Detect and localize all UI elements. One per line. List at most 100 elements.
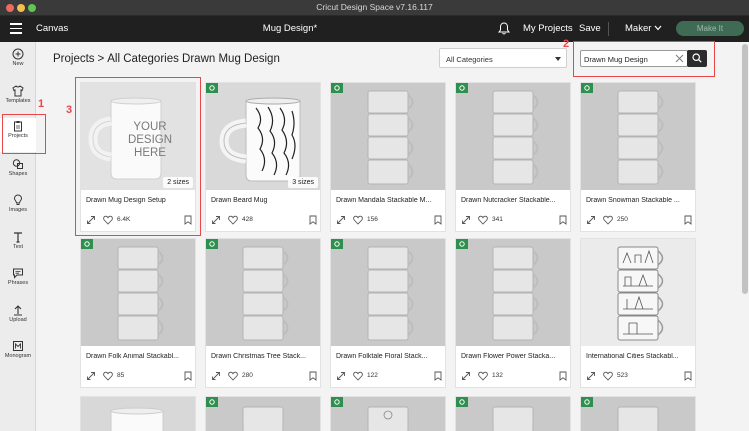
bell-icon[interactable] — [498, 22, 510, 35]
sidebar-label: Images — [8, 207, 28, 213]
annotation-number-1: 1 — [38, 98, 45, 110]
link-icon[interactable] — [211, 371, 221, 381]
bookmark-icon[interactable] — [684, 371, 692, 381]
like-count: 280 — [242, 372, 253, 379]
card-title: Drawn Mandala Stackable M... — [336, 197, 432, 204]
like-count: 122 — [367, 372, 378, 379]
link-icon[interactable] — [211, 215, 221, 225]
c-logo-icon — [459, 399, 465, 405]
stacked-mugs-image — [242, 246, 289, 341]
card-meta: 523 — [586, 370, 692, 382]
heart-icon[interactable] — [228, 215, 238, 225]
chevron-down-icon[interactable] — [654, 25, 662, 31]
cricut-access-badge — [581, 397, 593, 407]
stacked-mugs-image — [617, 246, 664, 341]
card-meta: 341 — [461, 214, 567, 226]
bookmark-icon[interactable] — [184, 215, 192, 225]
like-count: 250 — [617, 216, 628, 223]
bookmark-icon[interactable] — [309, 215, 317, 225]
sidebar-item-images[interactable]: Images — [0, 192, 36, 226]
like-count: 6.4K — [117, 216, 131, 223]
like-count: 132 — [492, 372, 503, 379]
sidebar-item-monogram[interactable]: Monogram — [0, 338, 36, 372]
sidebar-item-text[interactable]: Text — [0, 229, 36, 263]
cricut-access-badge — [81, 239, 93, 249]
sidebar-item-templates[interactable]: Templates — [0, 83, 36, 117]
link-icon[interactable] — [586, 215, 596, 225]
link-icon[interactable] — [86, 371, 96, 381]
bookmark-icon[interactable] — [559, 215, 567, 225]
link-icon[interactable] — [461, 215, 471, 225]
c-logo-icon — [334, 241, 340, 247]
heart-icon[interactable] — [603, 215, 613, 225]
bookmark-icon[interactable] — [434, 215, 442, 225]
project-card[interactable] — [80, 396, 196, 431]
card-thumbnail — [581, 239, 695, 346]
link-icon[interactable] — [336, 371, 346, 381]
project-card[interactable] — [205, 396, 321, 431]
heart-icon[interactable] — [353, 215, 363, 225]
project-card[interactable]: Drawn Christmas Tree Stack... 280 — [205, 238, 321, 388]
card-title: Drawn Folktale Floral Stack... — [336, 353, 428, 360]
bookmark-icon[interactable] — [684, 215, 692, 225]
project-card[interactable]: Drawn Flower Power Stacka... 132 — [455, 238, 571, 388]
document-title: Mug Design* — [262, 23, 318, 34]
bookmark-icon[interactable] — [434, 371, 442, 381]
shapes-icon — [12, 159, 23, 169]
my-projects-button[interactable]: My Projects — [523, 23, 573, 34]
bookmark-icon[interactable] — [184, 371, 192, 381]
sidebar-label: Templates — [5, 98, 31, 104]
card-title: Drawn Flower Power Stacka... — [461, 353, 556, 360]
annotation-box-search — [573, 41, 715, 77]
scrollbar-thumb[interactable] — [742, 44, 748, 294]
bookmark-icon[interactable] — [309, 371, 317, 381]
project-card[interactable]: Drawn Nutcracker Stackable... 341 — [455, 82, 571, 232]
heart-icon[interactable] — [478, 215, 488, 225]
project-card[interactable]: 3 sizes Drawn Beard Mug 428 — [205, 82, 321, 232]
project-card[interactable]: Drawn Mandala Stackable M... 156 — [330, 82, 446, 232]
category-select[interactable]: All Categories — [439, 48, 567, 68]
text-t-icon — [14, 232, 22, 243]
bookmark-icon[interactable] — [559, 371, 567, 381]
project-card[interactable]: Drawn Snowman Stackable ... 250 — [580, 82, 696, 232]
heart-icon[interactable] — [478, 371, 488, 381]
machine-selector[interactable]: Maker — [625, 23, 651, 34]
card-thumbnail — [581, 397, 695, 431]
heart-icon[interactable] — [603, 371, 613, 381]
heart-icon[interactable] — [228, 371, 238, 381]
link-icon[interactable] — [461, 371, 471, 381]
project-card[interactable]: Drawn Folktale Floral Stack... 122 — [330, 238, 446, 388]
project-card[interactable] — [330, 396, 446, 431]
cricut-access-badge — [206, 83, 218, 93]
make-it-button[interactable]: Make It — [676, 21, 744, 36]
caret-down-icon — [555, 57, 561, 61]
mug-image — [219, 97, 301, 182]
link-icon[interactable] — [336, 215, 346, 225]
link-icon[interactable] — [586, 371, 596, 381]
category-selected-value: All Categories — [446, 55, 493, 64]
breadcrumb-projects-link[interactable]: Projects — [53, 53, 95, 65]
sidebar-label: Monogram — [4, 353, 32, 359]
like-count: 341 — [492, 216, 503, 223]
heart-icon[interactable] — [103, 215, 113, 225]
card-meta: 122 — [336, 370, 442, 382]
sidebar-item-upload[interactable]: Upload — [0, 302, 36, 336]
shirt-icon — [12, 85, 24, 97]
project-card[interactable] — [455, 396, 571, 431]
stacked-mugs-image — [617, 90, 664, 185]
sidebar-item-new[interactable]: New — [0, 46, 36, 80]
heart-icon[interactable] — [103, 371, 113, 381]
heart-icon[interactable] — [353, 371, 363, 381]
sidebar-item-shapes[interactable]: Shapes — [0, 156, 36, 190]
c-logo-icon — [209, 241, 215, 247]
sidebar-item-phrases[interactable]: Phrases — [0, 265, 36, 299]
project-card[interactable]: Drawn Folk Animal Stackabl... 85 — [80, 238, 196, 388]
project-card[interactable]: YOUR DESIGN HERE 2 sizes Drawn Mug Desig… — [80, 82, 196, 232]
save-button[interactable]: Save — [579, 23, 601, 34]
link-icon[interactable] — [86, 215, 96, 225]
annotation-number-2: 2 — [563, 38, 570, 50]
project-card[interactable]: International Cities Stackabl... 523 — [580, 238, 696, 388]
card-title: Drawn Snowman Stackable ... — [586, 197, 680, 204]
project-card[interactable] — [580, 396, 696, 431]
annotation-box-projects — [2, 114, 46, 154]
